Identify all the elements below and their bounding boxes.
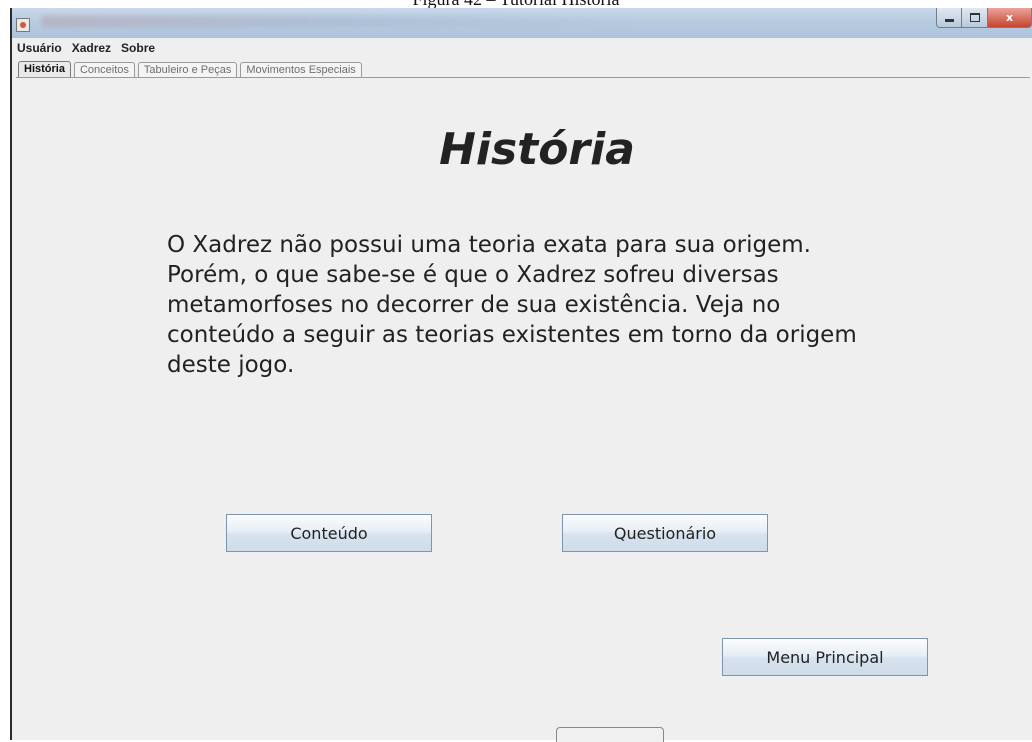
tab-tabuleiro-e-pecas[interactable]: Tabuleiro e Peças <box>137 62 238 78</box>
tab-strip: História Conceitos Tabuleiro e Peças Mov… <box>18 59 365 78</box>
menu-xadrez[interactable]: Xadrez <box>67 41 116 55</box>
menu-principal-button[interactable]: Menu Principal <box>722 638 928 676</box>
close-button[interactable]: x <box>988 8 1032 28</box>
menu-sobre[interactable]: Sobre <box>116 41 160 55</box>
close-icon: x <box>1005 11 1014 24</box>
questionario-button[interactable]: Questionário <box>562 514 768 552</box>
menu-bar: Usuário Xadrez Sobre <box>12 38 1032 58</box>
conteudo-button[interactable]: Conteúdo <box>226 514 432 552</box>
historia-panel: História O Xadrez não possui uma teoria … <box>16 77 1030 738</box>
maximize-button[interactable] <box>962 8 988 28</box>
java-app-icon <box>16 18 30 32</box>
window-controls: x <box>936 8 1032 30</box>
minimize-button[interactable] <box>936 8 962 28</box>
figure-caption: Figura 42 – Tutorial História <box>0 0 1032 8</box>
tab-historia[interactable]: História <box>18 61 71 78</box>
tab-movimentos-especiais[interactable]: Movimentos Especiais <box>240 62 362 78</box>
title-bar: x <box>12 8 1032 39</box>
history-description: O Xadrez não possui uma teoria exata par… <box>167 232 857 378</box>
menu-usuario[interactable]: Usuário <box>12 41 67 55</box>
tab-conceitos[interactable]: Conceitos <box>73 62 135 78</box>
page-title: História <box>439 124 635 175</box>
app-window: x Usuário Xadrez Sobre História Conceito… <box>10 8 1032 740</box>
